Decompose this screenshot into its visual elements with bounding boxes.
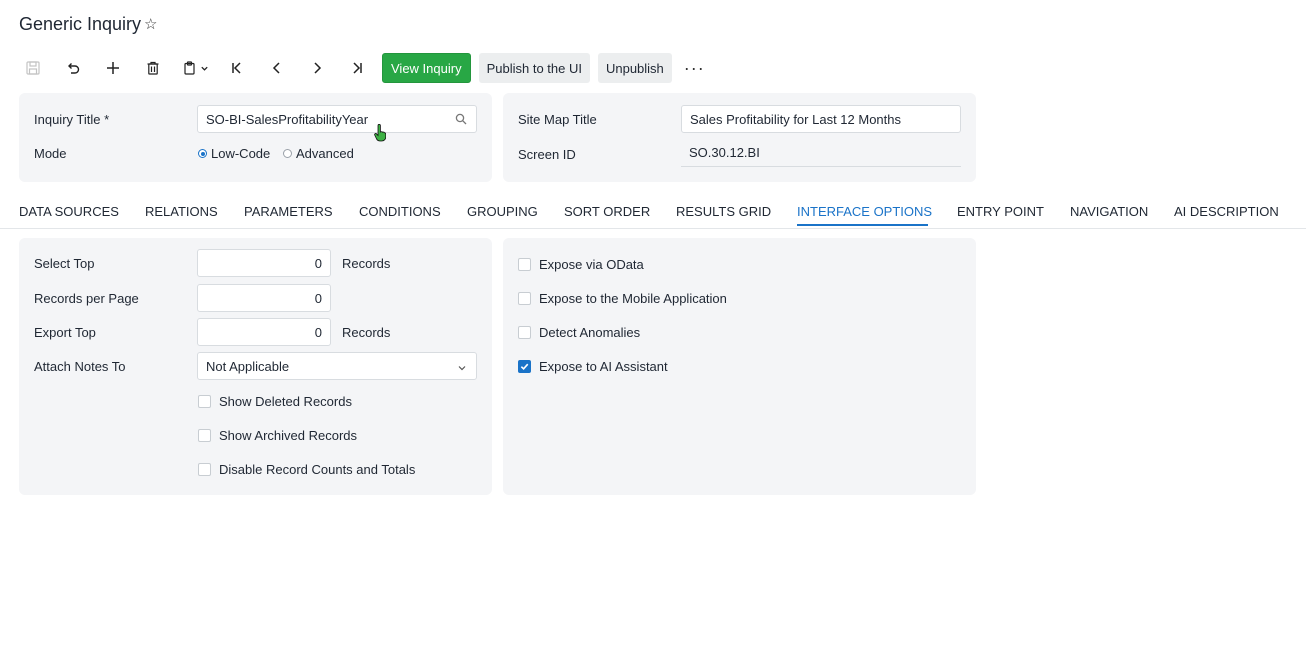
mode-option-label: Advanced bbox=[296, 146, 354, 161]
inquiry-title-input[interactable]: SO-BI-SalesProfitabilityYear bbox=[197, 105, 477, 133]
tab-results-grid[interactable]: RESULTS GRID bbox=[676, 204, 771, 219]
delete-icon[interactable] bbox=[138, 53, 168, 83]
checkbox-icon bbox=[198, 463, 211, 476]
select-top-input[interactable]: 0 bbox=[197, 249, 331, 277]
checkbox-label: Show Archived Records bbox=[219, 428, 358, 443]
records-per-page-label: Records per Page bbox=[34, 291, 139, 306]
mode-radio-advanced[interactable]: Advanced bbox=[283, 146, 354, 161]
tab-data-sources[interactable]: DATA SOURCES bbox=[19, 204, 119, 219]
active-tab-indicator bbox=[797, 224, 928, 226]
radio-selected-icon bbox=[198, 149, 207, 158]
expose-mobile-application-checkbox[interactable]: Expose to the Mobile Application bbox=[518, 291, 727, 306]
next-record-icon[interactable] bbox=[302, 53, 332, 83]
tab-sort-order[interactable]: SORT ORDER bbox=[564, 204, 650, 219]
site-map-title-label: Site Map Title bbox=[518, 112, 597, 127]
interface-options-right-panel: Expose via OData Expose to the Mobile Ap… bbox=[503, 238, 976, 495]
tab-navigation[interactable]: NAVIGATION bbox=[1070, 204, 1148, 219]
publish-button[interactable]: Publish to the UI bbox=[478, 53, 590, 83]
search-icon[interactable] bbox=[455, 113, 467, 128]
checkbox-icon bbox=[518, 326, 531, 339]
attach-notes-value: Not Applicable bbox=[206, 358, 290, 374]
checkbox-icon bbox=[518, 292, 531, 305]
checkbox-label: Detect Anomalies bbox=[539, 325, 641, 340]
checkbox-icon bbox=[518, 258, 531, 271]
attach-notes-select[interactable]: Not Applicable bbox=[197, 352, 477, 380]
tab-conditions[interactable]: CONDITIONS bbox=[359, 204, 441, 219]
first-record-icon[interactable] bbox=[222, 53, 252, 83]
hand-cursor-icon bbox=[374, 123, 387, 145]
checkbox-icon bbox=[198, 429, 211, 442]
export-top-label: Export Top bbox=[34, 325, 96, 340]
view-inquiry-button[interactable]: View Inquiry bbox=[382, 53, 471, 83]
inquiry-summary-panel: Inquiry Title * SO-BI-SalesProfitability… bbox=[19, 93, 492, 182]
previous-record-icon[interactable] bbox=[262, 53, 292, 83]
records-per-page-input[interactable]: 0 bbox=[197, 284, 331, 312]
tab-bar: DATA SOURCES RELATIONS PARAMETERS CONDIT… bbox=[0, 196, 1306, 229]
detect-anomalies-checkbox[interactable]: Detect Anomalies bbox=[518, 325, 640, 340]
screen-id-label: Screen ID bbox=[518, 147, 576, 162]
disable-record-counts-checkbox[interactable]: Disable Record Counts and Totals bbox=[198, 462, 415, 477]
inquiry-title-label: Inquiry Title * bbox=[34, 112, 110, 127]
tab-interface-options[interactable]: INTERFACE OPTIONS bbox=[797, 204, 932, 219]
checkmark-icon bbox=[518, 360, 531, 373]
last-record-icon[interactable] bbox=[342, 53, 372, 83]
mode-option-label: Low-Code bbox=[211, 146, 271, 161]
more-actions-icon[interactable]: ··· bbox=[684, 58, 705, 79]
chevron-down-icon bbox=[457, 361, 467, 376]
select-top-unit: Records bbox=[342, 256, 391, 271]
screen-id-value: SO.30.12.BI bbox=[681, 139, 961, 167]
export-top-input[interactable]: 0 bbox=[197, 318, 331, 346]
mode-label: Mode bbox=[34, 146, 67, 161]
chevron-down-icon bbox=[200, 66, 208, 71]
export-top-unit: Records bbox=[342, 325, 391, 340]
tab-relations[interactable]: RELATIONS bbox=[145, 204, 218, 219]
expose-via-odata-checkbox[interactable]: Expose via OData bbox=[518, 257, 644, 272]
checkbox-label: Show Deleted Records bbox=[219, 394, 352, 409]
radio-unselected-icon bbox=[283, 149, 292, 158]
expose-ai-assistant-checkbox[interactable]: Expose to AI Assistant bbox=[518, 359, 668, 374]
checkbox-icon bbox=[198, 395, 211, 408]
attach-notes-label: Attach Notes To bbox=[34, 359, 126, 374]
copy-paste-icon[interactable] bbox=[178, 53, 212, 83]
add-icon[interactable] bbox=[98, 53, 128, 83]
checkbox-label: Expose via OData bbox=[539, 257, 644, 272]
tab-parameters[interactable]: PARAMETERS bbox=[244, 204, 333, 219]
checkbox-label: Disable Record Counts and Totals bbox=[219, 462, 416, 477]
interface-options-left-panel: Select Top 0 Records Records per Page 0 … bbox=[19, 238, 492, 495]
inquiry-title-value: SO-BI-SalesProfitabilityYear bbox=[206, 111, 369, 127]
site-map-title-input[interactable]: Sales Profitability for Last 12 Months bbox=[681, 105, 961, 133]
unpublish-button[interactable]: Unpublish bbox=[597, 53, 672, 83]
undo-icon[interactable] bbox=[58, 53, 88, 83]
mode-radio-low-code[interactable]: Low-Code bbox=[198, 146, 270, 161]
show-archived-records-checkbox[interactable]: Show Archived Records bbox=[198, 428, 357, 443]
favorite-star-icon[interactable]: ☆ bbox=[144, 15, 157, 33]
save-icon[interactable] bbox=[18, 53, 48, 83]
tab-entry-point[interactable]: ENTRY POINT bbox=[957, 204, 1044, 219]
page-title: Generic Inquiry bbox=[19, 14, 142, 34]
show-deleted-records-checkbox[interactable]: Show Deleted Records bbox=[198, 394, 352, 409]
site-map-panel: Site Map Title Sales Profitability for L… bbox=[503, 93, 976, 182]
select-top-label: Select Top bbox=[34, 256, 95, 271]
site-map-title-value: Sales Profitability for Last 12 Months bbox=[690, 111, 901, 127]
toolbar: View Inquiry Publish to the UI Unpublish… bbox=[18, 53, 705, 83]
checkbox-label: Expose to the Mobile Application bbox=[539, 291, 727, 306]
tab-grouping[interactable]: GROUPING bbox=[467, 204, 538, 219]
checkbox-label: Expose to AI Assistant bbox=[539, 359, 668, 374]
tab-ai-description[interactable]: AI DESCRIPTION bbox=[1174, 204, 1279, 219]
